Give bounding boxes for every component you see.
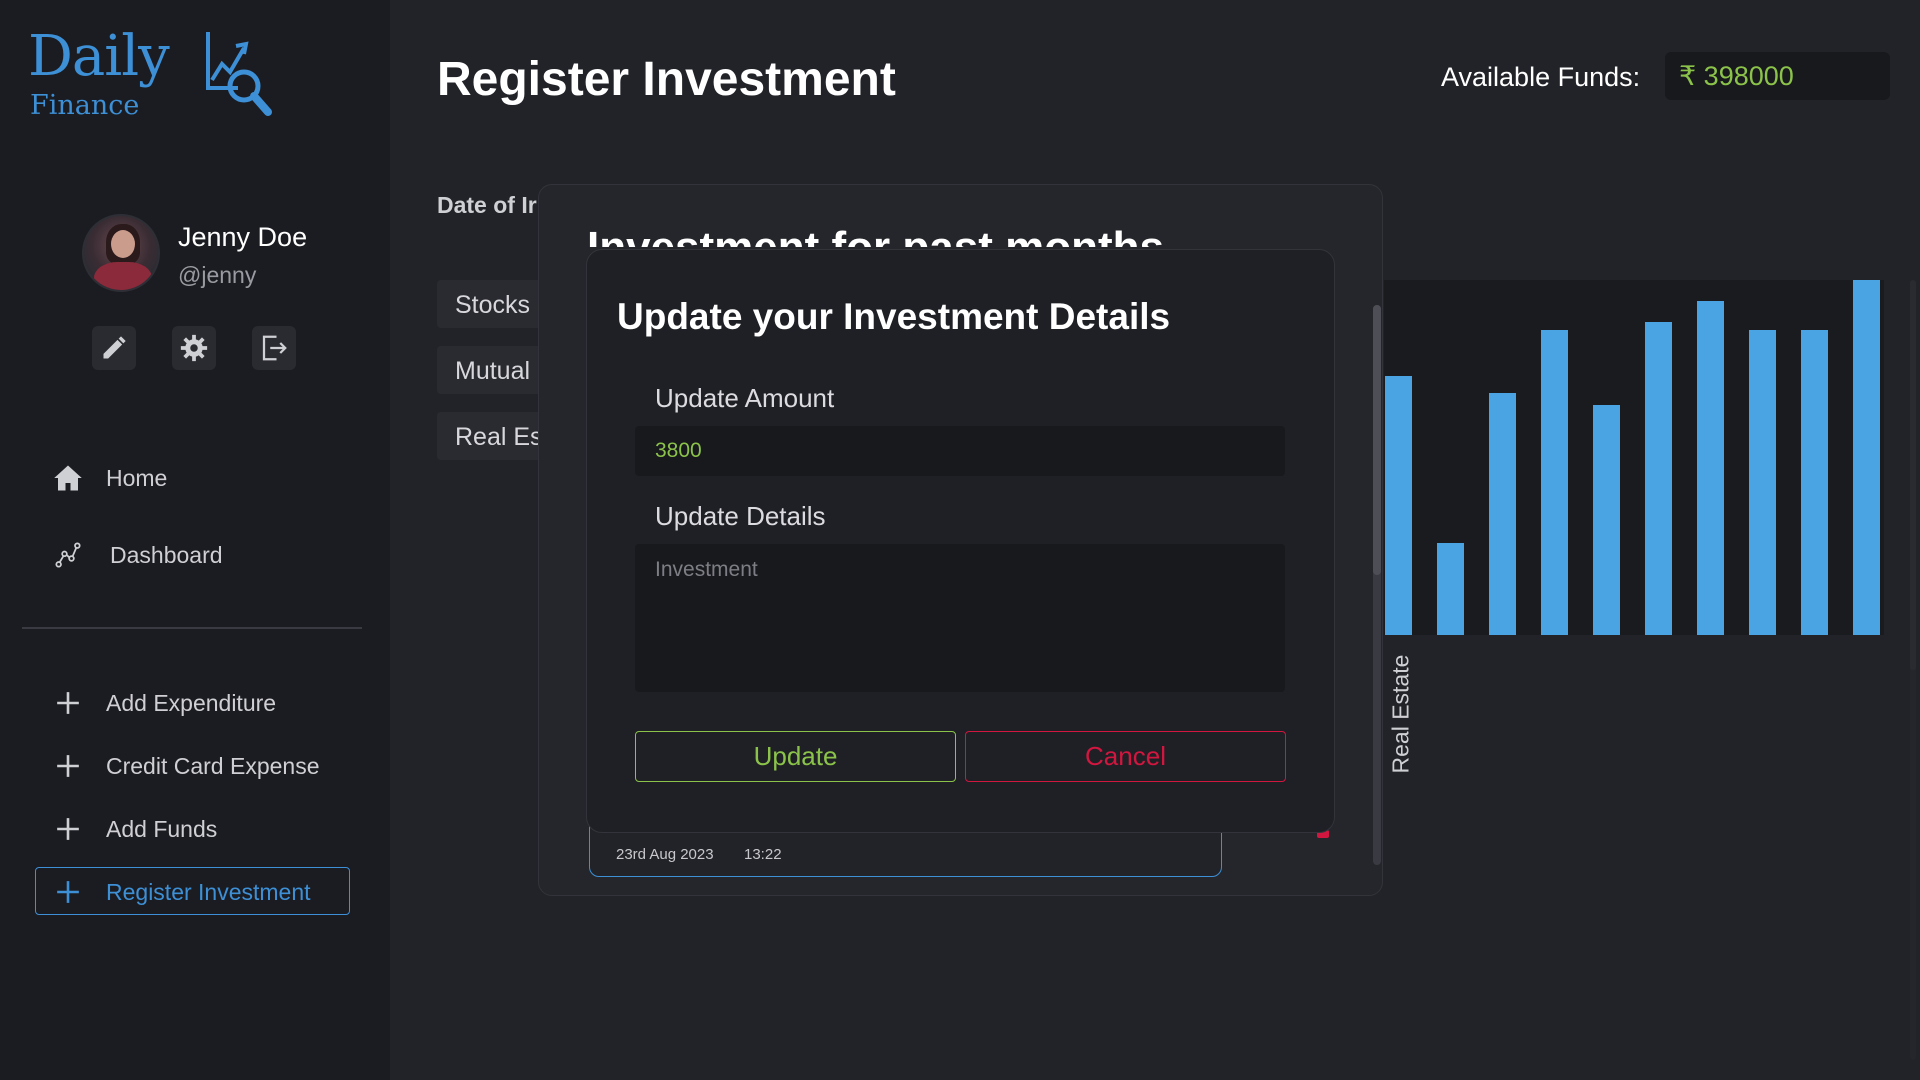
logo-chart-magnifier-icon [206, 32, 272, 116]
chart-x-label: Real Estate [1384, 645, 1414, 775]
chart-bar[interactable] [1541, 330, 1568, 635]
nav-add-expenditure[interactable]: Add Expenditure [50, 685, 370, 721]
pencil-icon [103, 336, 126, 359]
user-handle: @jenny [178, 262, 257, 288]
date-of-investment-label: Date of Ir [437, 192, 537, 218]
nav-add-funds[interactable]: Add Funds [50, 811, 370, 847]
entry-date: 23rd Aug 2023 [616, 846, 714, 863]
page-title: Register Investment [437, 53, 896, 106]
nav-home[interactable]: Home [50, 460, 370, 496]
nav-dashboard-label: Dashboard [110, 541, 223, 568]
entry-time: 13:22 [744, 846, 782, 863]
logo[interactable]: Daily Finance [28, 24, 288, 124]
plus-icon [50, 874, 86, 910]
chart-bar[interactable] [1697, 301, 1724, 635]
investment-type-label: Real Es [455, 423, 543, 451]
edit-profile-button[interactable] [92, 326, 136, 370]
update-details-label: Update Details [655, 501, 826, 531]
logout-button[interactable] [252, 326, 296, 370]
nav-credit-card-expense-label: Credit Card Expense [106, 752, 320, 779]
available-funds-value: ₹ 398000 [1679, 61, 1794, 91]
available-funds-box: ₹ 398000 [1665, 52, 1890, 100]
sidebar-divider [22, 627, 362, 629]
logo-text-finance: Finance [30, 90, 140, 121]
chart-bar[interactable] [1437, 543, 1464, 635]
nav-add-expenditure-label: Add Expenditure [106, 689, 277, 716]
investment-type-label: Stocks [455, 291, 531, 319]
investment-bar-chart [1384, 280, 1884, 635]
profile-actions [92, 326, 296, 370]
plus-icon [50, 811, 86, 847]
logo-text-daily: Daily [28, 24, 170, 89]
cancel-button[interactable]: Cancel [965, 731, 1286, 782]
plus-icon [50, 685, 86, 721]
update-investment-dialog: Update your Investment Details Update Am… [586, 249, 1335, 833]
chart-bar[interactable] [1749, 330, 1776, 635]
update-amount-label: Update Amount [655, 383, 835, 413]
investment-type-label: Mutual [455, 357, 531, 385]
chart-bar[interactable] [1385, 376, 1412, 635]
nav-add-funds-label: Add Funds [106, 815, 218, 842]
chart-bar[interactable] [1645, 322, 1672, 635]
chart-bar[interactable] [1853, 280, 1880, 635]
modal-scrollbar-thumb[interactable] [1373, 305, 1381, 575]
sidebar: Daily Finance Jenny Doe @jenny Home Dash… [0, 0, 390, 1080]
chart-x-tick-label: Real Estate [1387, 654, 1414, 774]
nav-home-label: Home [106, 464, 168, 491]
investment-history-title: Investment for past months [587, 223, 1164, 247]
update-amount-input[interactable] [635, 426, 1285, 476]
home-icon [50, 460, 86, 496]
available-funds-label: Available Funds: [1441, 62, 1641, 92]
nav-register-investment-label: Register Investment [106, 878, 311, 905]
logout-icon [262, 335, 287, 361]
dialog-title: Update your Investment Details [617, 296, 1171, 337]
nav-register-investment[interactable]: Register Investment [50, 874, 370, 910]
page-scrollbar-thumb[interactable] [1910, 280, 1916, 670]
update-details-textarea[interactable] [635, 544, 1285, 692]
settings-button[interactable] [172, 326, 216, 370]
analytics-icon [50, 537, 86, 573]
nav-credit-card-expense[interactable]: Credit Card Expense [50, 748, 370, 784]
user-name: Jenny Doe [178, 222, 308, 252]
chart-bar[interactable] [1489, 393, 1516, 635]
avatar[interactable] [82, 214, 160, 292]
gear-icon [180, 334, 208, 362]
chart-bar[interactable] [1801, 330, 1828, 635]
plus-icon [50, 748, 86, 784]
nav-dashboard[interactable]: Dashboard [50, 537, 370, 573]
update-button[interactable]: Update [635, 731, 956, 782]
chart-bar[interactable] [1593, 405, 1620, 635]
